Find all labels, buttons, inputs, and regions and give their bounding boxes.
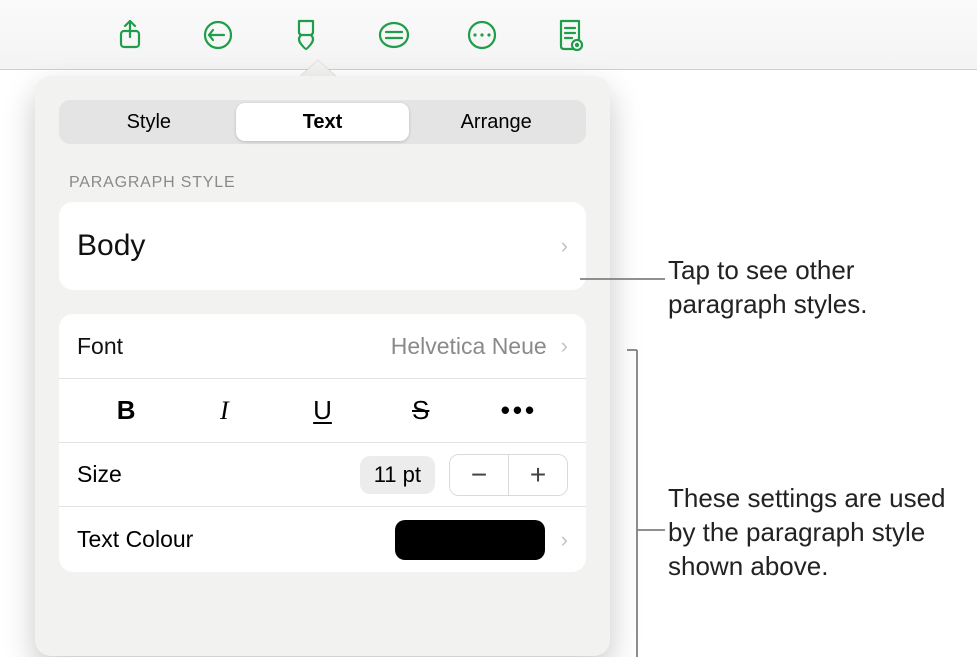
annotation-settings: These settings are used by the paragraph… (668, 482, 968, 583)
annotation-paragraph-style: Tap to see other paragraph styles. (668, 254, 968, 322)
